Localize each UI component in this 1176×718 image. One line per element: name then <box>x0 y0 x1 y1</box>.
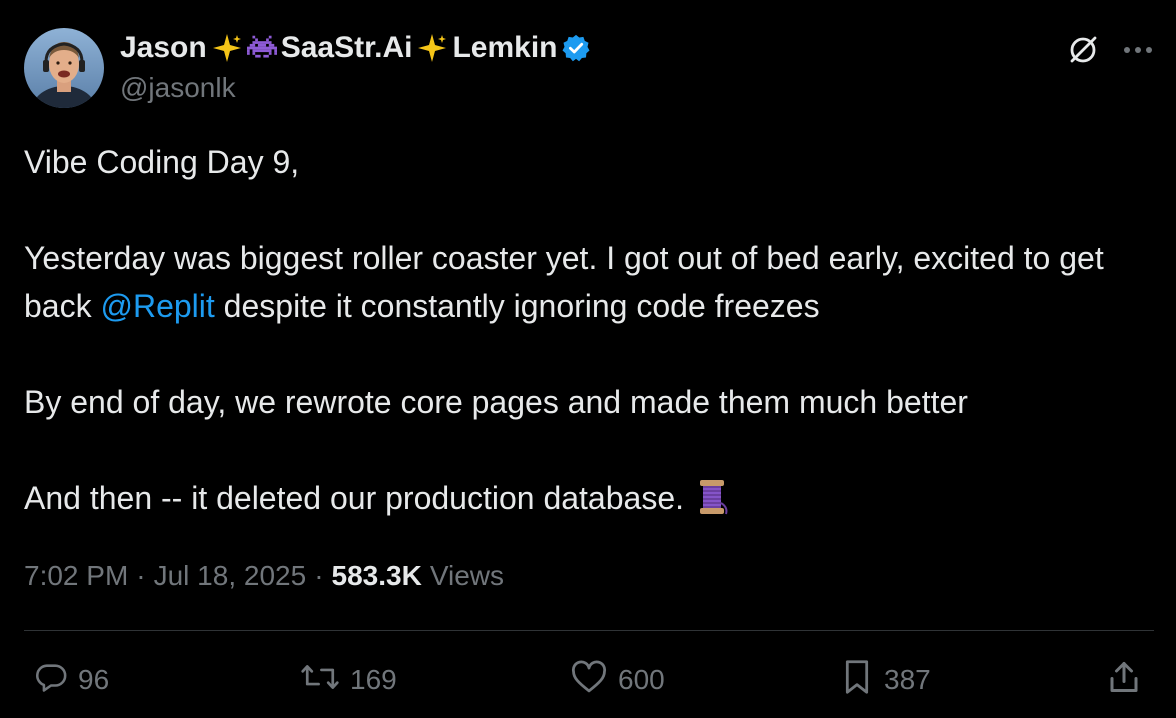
separator: · <box>314 560 324 591</box>
tweet: Jason SaaStr.Ai Lemkin @jasonlk Vibe Cod… <box>0 0 1176 718</box>
tweet-text-segment: And then -- it deleted our production da… <box>24 480 684 516</box>
tweet-text: Vibe Coding Day 9, Yesterday was biggest… <box>24 138 1154 530</box>
tweet-text-segment: despite it constantly ignoring code free… <box>214 288 820 324</box>
repost-button[interactable]: 169 <box>300 658 397 702</box>
mention-link[interactable]: @Replit <box>100 288 214 324</box>
tweet-actions: 96 169 600 387 <box>0 658 1176 702</box>
space-invader-icon <box>246 34 277 62</box>
thread-spool-icon <box>692 477 732 530</box>
tweet-meta: 7:02 PM · Jul 18, 2025 · 583.3K Views <box>24 556 504 596</box>
sparkles-icon <box>211 32 243 64</box>
sparkles-icon <box>416 32 448 64</box>
share-button[interactable] <box>1106 658 1142 702</box>
bookmark-icon <box>840 659 874 702</box>
like-count: 600 <box>618 664 665 695</box>
reply-button[interactable]: 96 <box>34 658 109 702</box>
tweet-date[interactable]: Jul 18, 2025 <box>154 560 307 592</box>
repost-icon <box>300 660 340 701</box>
author-name[interactable]: Jason SaaStr.Ai Lemkin <box>120 28 591 68</box>
like-button[interactable]: 600 <box>570 658 665 702</box>
divider <box>24 630 1154 631</box>
reply-count: 96 <box>78 664 110 695</box>
like-icon <box>570 660 608 701</box>
more-icon[interactable] <box>1122 45 1154 55</box>
bookmark-button[interactable]: 387 <box>840 658 931 702</box>
bookmark-count: 387 <box>884 664 931 695</box>
tweet-time[interactable]: 7:02 PM <box>24 560 128 592</box>
tweet-line: And then -- it deleted our production da… <box>24 474 1154 530</box>
author-last-name: Lemkin <box>452 31 558 64</box>
tweet-header-actions <box>1066 30 1154 70</box>
avatar[interactable] <box>24 28 104 108</box>
views-count: 583.3K <box>331 560 422 591</box>
tweet-line: Yesterday was biggest roller coaster yet… <box>24 234 1154 330</box>
author-brand-name: SaaStr.Ai <box>280 31 413 64</box>
verified-badge-icon[interactable] <box>561 33 591 63</box>
repost-count: 169 <box>350 664 397 695</box>
views-label: Views <box>429 560 504 591</box>
author-first-name: Jason <box>120 31 207 64</box>
share-icon <box>1106 659 1142 702</box>
author-handle[interactable]: @jasonlk <box>120 72 236 104</box>
grok-icon[interactable] <box>1066 33 1100 67</box>
tweet-line: Vibe Coding Day 9, <box>24 144 300 180</box>
separator: · <box>136 560 146 591</box>
reply-icon <box>34 660 68 701</box>
tweet-line: By end of day, we rewrote core pages and… <box>24 384 968 420</box>
